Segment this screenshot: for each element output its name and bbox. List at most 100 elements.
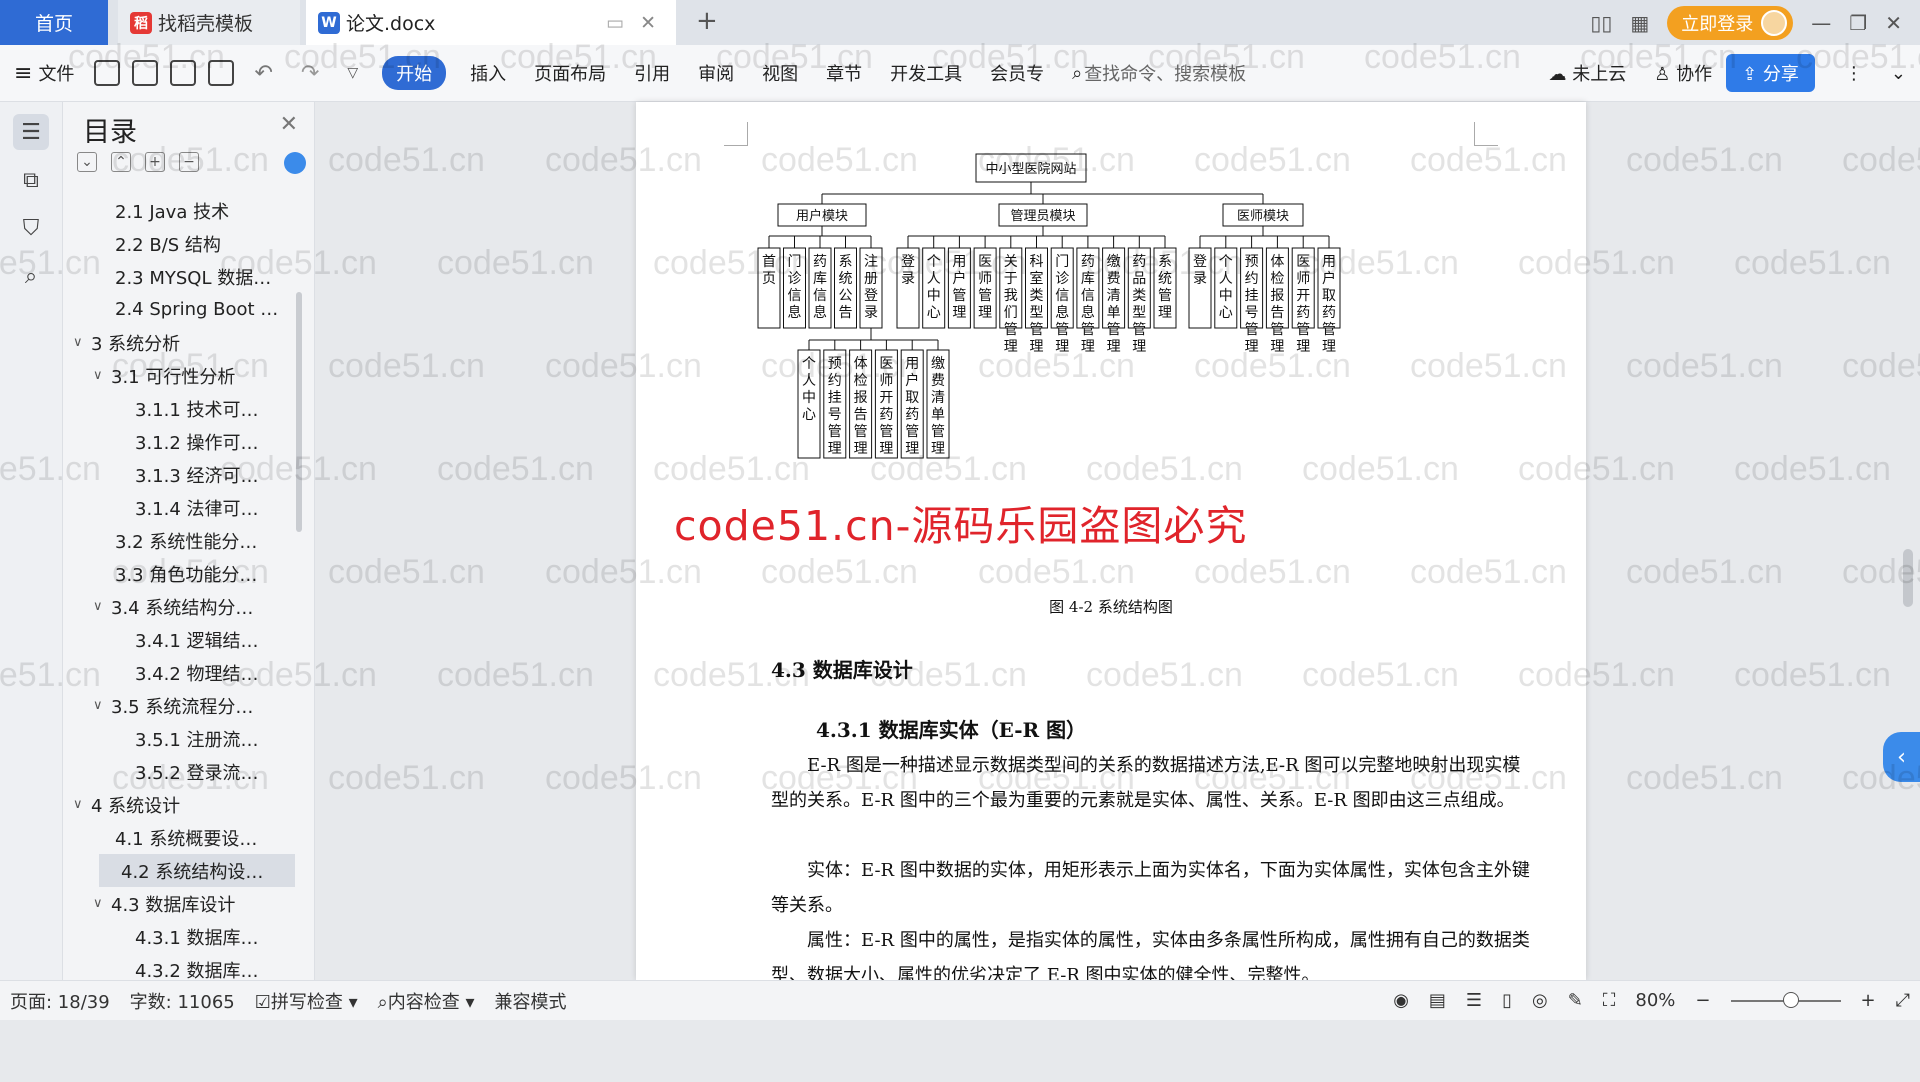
toc-item[interactable]: ∨ 4 系统设计 — [63, 788, 314, 821]
zoom-knob[interactable] — [1783, 991, 1799, 1008]
layout-icon[interactable]: ▯▯ — [1590, 11, 1612, 35]
toc-scrollbar[interactable] — [296, 292, 302, 532]
redo-icon[interactable]: ↷ — [287, 61, 333, 86]
apps-grid-icon[interactable]: ▦ — [1630, 11, 1649, 35]
spell-check-button[interactable]: ☑拼写检查 ▾ — [245, 988, 368, 1014]
undo-icon[interactable]: ↶ — [240, 61, 286, 86]
print-icon[interactable] — [170, 60, 197, 86]
ribbon-tab-references[interactable]: 引用 — [620, 60, 684, 86]
web-view-icon[interactable]: ◎ — [1522, 990, 1558, 1011]
toc-item[interactable]: ∨ 3.1 可行性分析 — [63, 359, 314, 392]
toc-item[interactable]: 3.3 角色功能分… — [63, 557, 314, 590]
page-view-icon[interactable]: ▤ — [1419, 990, 1456, 1011]
toc-icon[interactable]: ☰ — [13, 114, 49, 150]
chevron-down-icon[interactable]: ∨ — [93, 599, 111, 614]
ribbon-tab-view[interactable]: 视图 — [748, 60, 812, 86]
close-tab-icon[interactable]: ✕ — [640, 12, 656, 34]
ai-assistant-icon[interactable] — [284, 152, 306, 174]
toc-item[interactable]: 3.1.4 法律可… — [63, 491, 314, 524]
zoom-level[interactable]: 80% — [1625, 990, 1685, 1011]
tab-home[interactable]: 首页 — [0, 0, 108, 45]
file-menu[interactable]: 文件 — [36, 60, 88, 86]
add-heading-icon[interactable]: + — [145, 152, 165, 172]
toc-item[interactable]: 4.1 系统概要设… — [63, 821, 314, 854]
navigation-icon[interactable]: ⧉ — [13, 162, 49, 198]
bookmark-icon[interactable]: ⛉ — [13, 210, 49, 246]
tab-document[interactable]: W 论文.docx ▭ ✕ — [306, 0, 676, 45]
collapse-ribbon-icon[interactable]: ⌄ — [1877, 63, 1920, 84]
chevron-down-icon[interactable]: ∨ — [93, 368, 111, 383]
outline-view-icon[interactable]: ☰ — [1456, 990, 1492, 1011]
ribbon-tab-devtools[interactable]: 开发工具 — [876, 60, 976, 86]
vertical-scrollbar[interactable] — [1898, 204, 1916, 1082]
toc-item[interactable]: 3.1.3 经济可… — [63, 458, 314, 491]
float-window-icon[interactable]: ▭ — [606, 12, 624, 34]
word-count[interactable]: 字数: 11065 — [120, 988, 245, 1014]
chevron-down-icon[interactable]: ▽ — [333, 65, 372, 81]
preview-icon[interactable] — [208, 60, 235, 86]
diagram-function-text: 息 — [788, 304, 802, 321]
ribbon-tab-member[interactable]: 会员专 — [976, 60, 1058, 86]
fullscreen-icon[interactable]: ⤢ — [1886, 990, 1920, 1011]
toc-item[interactable]: 2.4 Spring Boot … — [63, 293, 314, 326]
toc-item[interactable]: ∨ 3.5 系统流程分… — [63, 689, 314, 722]
read-view-icon[interactable]: ▯ — [1492, 990, 1522, 1011]
diagram-function-text: 理 — [1322, 339, 1336, 355]
toc-item[interactable]: ∨ 3.4 系统结构分… — [63, 590, 314, 623]
close-window-icon[interactable]: ✕ — [1885, 11, 1902, 35]
menu-icon[interactable]: ≡ — [0, 61, 36, 86]
new-tab-icon[interactable]: + — [696, 6, 718, 36]
cloud-status[interactable]: ☁ 未上云 — [1535, 60, 1641, 86]
chevron-down-icon[interactable]: ∨ — [73, 797, 91, 812]
chevron-down-icon[interactable]: ∨ — [93, 698, 111, 713]
zoom-out-icon[interactable]: − — [1685, 990, 1720, 1011]
ribbon-tab-chapter[interactable]: 章节 — [812, 60, 876, 86]
toc-item[interactable]: ∨ 4.3 数据库设计 — [63, 887, 314, 920]
export-icon[interactable] — [132, 60, 159, 86]
scroll-thumb[interactable] — [1903, 549, 1913, 607]
toc-item[interactable]: 4.3.1 数据库… — [63, 920, 314, 953]
more-icon[interactable]: ⋮ — [1815, 63, 1877, 84]
toc-item[interactable]: 3.5.1 注册流… — [63, 722, 314, 755]
eye-icon[interactable]: ◉ — [1383, 990, 1419, 1011]
toc-item[interactable]: 3.1.2 操作可… — [63, 425, 314, 458]
toc-item[interactable]: 3.5.2 登录流… — [63, 755, 314, 788]
ribbon-tab-layout[interactable]: 页面布局 — [520, 60, 620, 86]
toc-item[interactable]: 3.1.1 技术可… — [63, 392, 314, 425]
docer-icon: 稻 — [130, 11, 152, 34]
chevron-down-icon[interactable]: ∨ — [93, 896, 111, 911]
save-icon[interactable] — [94, 60, 121, 86]
share-button[interactable]: ⇪ 分享 — [1726, 54, 1815, 92]
side-panel-toggle-icon[interactable]: ‹ — [1883, 732, 1920, 782]
ribbon-tab-insert[interactable]: 插入 — [456, 60, 520, 86]
zoom-in-icon[interactable]: + — [1851, 990, 1886, 1011]
collab-button[interactable]: ♙ 协作 — [1640, 60, 1726, 86]
ribbon-tab-start[interactable]: 开始 — [382, 56, 447, 90]
expand-all-icon[interactable]: ⌄ — [77, 152, 97, 172]
toc-item[interactable]: 2.2 B/S 结构 — [63, 227, 314, 260]
tab-templates[interactable]: 稻找稻壳模板 — [118, 0, 300, 45]
collapse-all-icon[interactable]: ⌃ — [111, 152, 131, 172]
zoom-slider[interactable] — [1730, 991, 1841, 1008]
chevron-down-icon[interactable]: ∨ — [73, 335, 91, 350]
find-icon[interactable]: ⌕ — [13, 258, 49, 294]
close-icon[interactable]: ✕ — [280, 112, 298, 137]
toc-item[interactable]: 3.4.2 物理结… — [63, 656, 314, 689]
restore-icon[interactable]: ❐ — [1849, 11, 1867, 35]
toc-item[interactable]: 4.3.2 数据库… — [63, 953, 314, 981]
toc-item[interactable]: 4.2 系统结构设… — [99, 854, 295, 887]
toc-item[interactable]: 2.1 Java 技术 — [63, 194, 314, 227]
toc-item[interactable]: 3.4.1 逻辑结… — [63, 623, 314, 656]
toc-item[interactable]: 2.3 MYSQL 数据… — [63, 260, 314, 293]
toc-item[interactable]: 3.2 系统性能分… — [63, 524, 314, 557]
fit-icon[interactable]: ⛶ — [1593, 990, 1626, 1011]
command-search-input[interactable]: 查找命令、搜索模板 — [1084, 60, 1246, 86]
remove-heading-icon[interactable]: − — [179, 152, 199, 172]
page-count[interactable]: 页面: 18/39 — [0, 988, 120, 1014]
toc-item[interactable]: ∨ 3 系统分析 — [63, 326, 314, 359]
login-button[interactable]: 立即登录 — [1667, 5, 1794, 40]
minimize-icon[interactable]: — — [1811, 11, 1831, 35]
pen-icon[interactable]: ✎ — [1558, 990, 1593, 1011]
ribbon-tab-review[interactable]: 审阅 — [684, 60, 748, 86]
content-check-button[interactable]: ⌕内容检查 ▾ — [368, 988, 485, 1014]
